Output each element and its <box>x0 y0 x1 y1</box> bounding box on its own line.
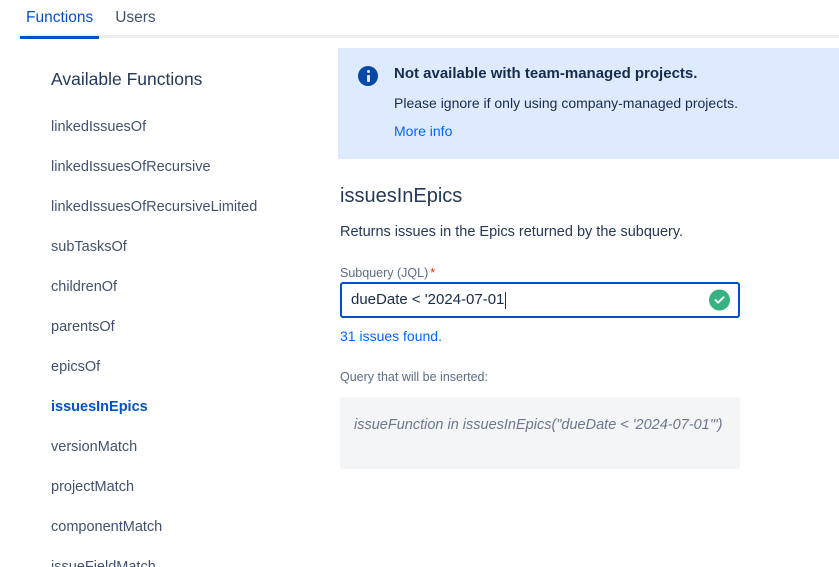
query-preview-text: issueFunction in issuesInEpics("dueDate … <box>354 417 723 433</box>
tab-bar: Functions Users <box>0 0 839 39</box>
function-list-item[interactable]: issueFieldMatch <box>51 558 330 567</box>
function-list-item[interactable]: linkedIssuesOfRecursive <box>51 158 330 176</box>
main-content: Not available with team-managed projects… <box>338 38 839 567</box>
subquery-input-value: dueDate < '2024-07-01 <box>351 291 505 308</box>
banner-body: Not available with team-managed projects… <box>394 64 819 141</box>
function-list-item[interactable]: subTasksOf <box>51 238 330 256</box>
tab-functions[interactable]: Functions <box>20 8 100 39</box>
function-list: linkedIssuesOf linkedIssuesOfRecursive l… <box>51 118 330 567</box>
sidebar-title: Available Functions <box>51 69 203 89</box>
result-count: 31 issues found. <box>340 328 442 344</box>
text-caret <box>505 291 507 309</box>
function-description: Returns issues in the Epics returned by … <box>340 224 684 240</box>
tab-users[interactable]: Users <box>109 8 161 37</box>
available-functions-sidebar: Available Functions linkedIssuesOf linke… <box>0 38 330 567</box>
banner-title: Not available with team-managed projects… <box>394 65 698 82</box>
function-list-item[interactable]: epicsOf <box>51 358 330 376</box>
check-circle-icon <box>709 289 730 311</box>
page-title: issuesInEpics <box>340 185 463 207</box>
function-list-item[interactable]: childrenOf <box>51 278 330 296</box>
function-list-item[interactable]: linkedIssuesOfRecursiveLimited <box>51 198 330 216</box>
tab-list: Functions Users <box>20 8 162 39</box>
required-marker: * <box>430 266 436 280</box>
function-list-item[interactable]: projectMatch <box>51 478 330 496</box>
query-preview-box: issueFunction in issuesInEpics("dueDate … <box>340 397 740 469</box>
function-detail-panel: issuesInEpics Returns issues in the Epic… <box>338 159 800 469</box>
info-icon <box>358 66 378 86</box>
query-preview-label: Query that will be inserted: <box>340 370 488 384</box>
tab-functions-label: Functions <box>26 9 94 26</box>
subquery-field-label-text: Subquery (JQL) <box>340 266 429 280</box>
team-managed-warning-banner: Not available with team-managed projects… <box>338 48 839 159</box>
function-list-item[interactable]: linkedIssuesOf <box>51 118 330 136</box>
banner-text: Please ignore if only using company-mana… <box>394 95 738 111</box>
subquery-field-label: Subquery (JQL) * <box>340 266 435 280</box>
more-info-link[interactable]: More info <box>394 123 452 139</box>
function-list-item-selected[interactable]: issuesInEpics <box>51 398 330 416</box>
tab-users-label: Users <box>115 9 156 26</box>
function-list-item[interactable]: versionMatch <box>51 438 330 456</box>
function-list-item[interactable]: parentsOf <box>51 318 330 336</box>
function-list-item[interactable]: componentMatch <box>51 518 330 536</box>
subquery-jql-input[interactable]: dueDate < '2024-07-01 <box>340 282 740 318</box>
